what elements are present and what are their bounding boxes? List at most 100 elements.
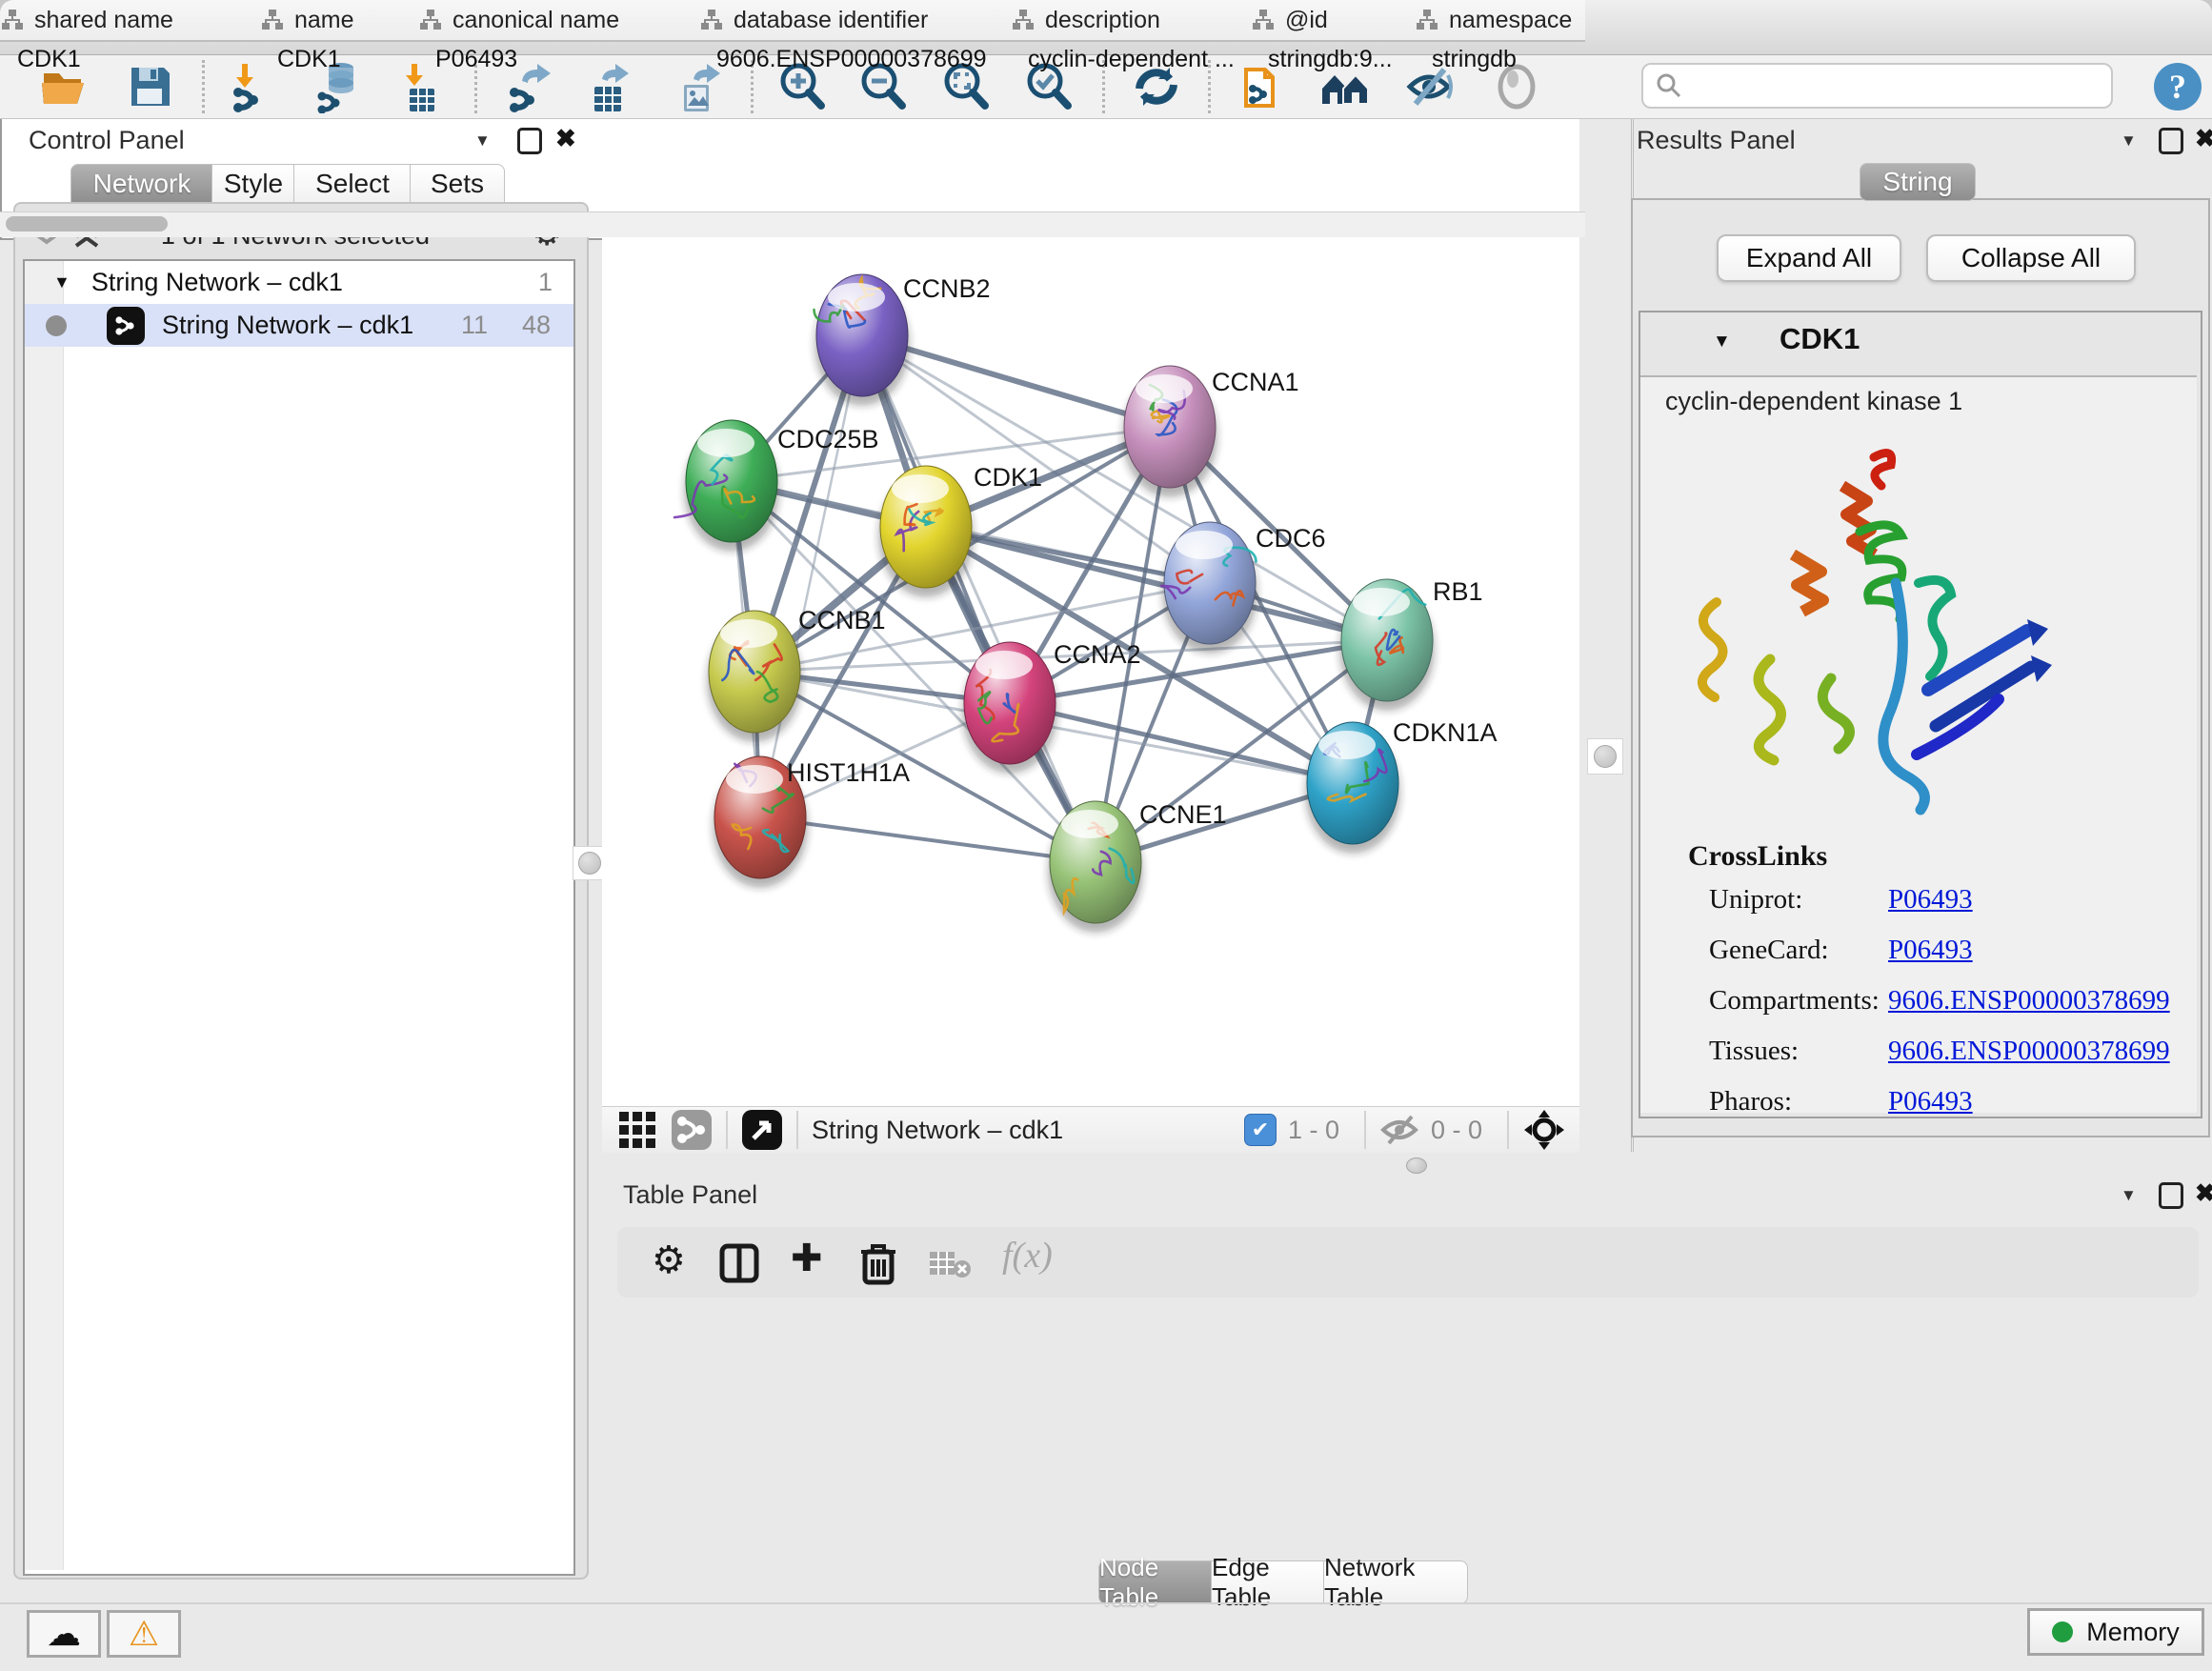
tab-network-table[interactable]: Network Table	[1323, 1560, 1468, 1604]
open-in-new-window-icon[interactable]	[741, 1109, 783, 1151]
crosslink-label: Uniprot:	[1709, 884, 1802, 915]
network-collection-row[interactable]: ▼ String Network – cdk1 1	[25, 261, 573, 304]
network-node-ccnb1[interactable]: CCNB1	[707, 606, 886, 742]
hidden-eye-icon[interactable]	[1379, 1113, 1419, 1147]
node-label: CDC25B	[777, 425, 879, 453]
close-panel-button[interactable]: ✖	[2195, 1178, 2212, 1208]
birds-eye-view-icon[interactable]	[617, 1110, 657, 1150]
cloud-status-button[interactable]: ☁	[27, 1610, 101, 1658]
column-header: canonical name	[418, 0, 701, 42]
float-panel-button[interactable]	[517, 128, 542, 154]
string-badge-icon[interactable]	[671, 1109, 713, 1151]
results-panel-title: Results Panel	[1637, 126, 1796, 155]
network-node-ccna1[interactable]: CCNA1	[1122, 366, 1299, 497]
scrollbar-thumb[interactable]	[6, 216, 168, 232]
table-cell[interactable]: CDK1	[0, 40, 260, 78]
splitter-handle[interactable]	[1594, 745, 1617, 768]
selected-node-edge-counts: 1 - 0	[1288, 1116, 1339, 1145]
network-node-cdc6[interactable]: CDC6	[1160, 522, 1325, 654]
network-node-cdc25b[interactable]: CDC25B	[674, 420, 879, 552]
column-header: shared name	[0, 0, 262, 42]
tab-sets[interactable]: Sets	[410, 164, 505, 204]
tab-select[interactable]: Select	[293, 164, 412, 204]
column-type-icon	[1251, 8, 1276, 32]
crosslink-link[interactable]: P06493	[1888, 1086, 1973, 1117]
help-icon: ?	[2151, 60, 2204, 113]
close-panel-button[interactable]: ✖	[2195, 124, 2212, 153]
table-cell[interactable]: stringdb:9...	[1251, 40, 1415, 78]
tab-node-table[interactable]: Node Table	[1098, 1560, 1213, 1604]
horizontal-scrollbar[interactable]	[0, 211, 1585, 237]
crosslink-link[interactable]: 9606.ENSP00000378699	[1888, 985, 2170, 1017]
tab-string[interactable]: String	[1860, 163, 1976, 201]
network-view-title: String Network – cdk1	[812, 1116, 1063, 1145]
node-label: CCNA2	[1054, 640, 1141, 669]
crosslink-link[interactable]: P06493	[1888, 935, 1973, 966]
clear-table-icon-disabled	[928, 1248, 972, 1280]
search-input[interactable]	[1641, 63, 2113, 109]
table-cell[interactable]: stringdb	[1415, 40, 1585, 78]
network-node-hist1h1a[interactable]: HIST1H1A	[713, 756, 910, 888]
fit-content-crosshair-icon[interactable]	[1522, 1108, 1566, 1152]
horizontal-splitter-handle[interactable]	[1406, 1158, 1427, 1174]
expand-all-button[interactable]: Expand All	[1717, 234, 1901, 282]
column-header: name	[260, 0, 420, 42]
protein-structure-image	[1679, 440, 2060, 821]
crosslink-link[interactable]: 9606.ENSP00000378699	[1888, 1036, 2170, 1067]
warnings-button[interactable]: ⚠	[107, 1610, 181, 1658]
column-header: namespace	[1415, 0, 1585, 42]
delete-column-trash-icon[interactable]	[857, 1240, 899, 1286]
collection-name: String Network – cdk1	[91, 268, 343, 297]
network-view-canvas[interactable]: CCNB2 CCNA1 CDC25B CDK1 CDC6RB1 CCNB1 CCNA2 CDK…	[602, 119, 1579, 1106]
create-column-plus-icon[interactable]: ✚	[791, 1237, 823, 1280]
panel-menu-icon[interactable]: ▼	[474, 131, 491, 151]
table-cell[interactable]: cyclin-dependent ...	[1011, 40, 1251, 78]
float-panel-button[interactable]	[2159, 128, 2183, 154]
network-node-cdkn1a[interactable]: CDKN1A	[1305, 718, 1498, 854]
collapse-all-button[interactable]: Collapse All	[1926, 234, 2136, 282]
selected-checkbox-icon[interactable]: ✔	[1244, 1114, 1277, 1146]
float-panel-button[interactable]	[2159, 1182, 2183, 1209]
close-panel-button[interactable]: ✖	[555, 124, 576, 153]
svg-text:?: ?	[2169, 68, 2186, 106]
collection-count: 1	[538, 268, 553, 297]
network-node-rb1[interactable]: RB1	[1339, 577, 1483, 711]
control-panel: Control Panel ▼ ✖ Network Style Select S…	[0, 118, 598, 1581]
panel-menu-icon[interactable]: ▼	[2121, 1186, 2137, 1205]
table-options-gear-icon[interactable]: ⚙	[652, 1238, 686, 1282]
panel-menu-icon[interactable]: ▼	[2121, 131, 2137, 151]
section-disclosure-icon[interactable]: ▼	[1713, 332, 1731, 352]
column-header: @id	[1251, 0, 1417, 42]
separator	[796, 1111, 798, 1149]
network-node-cdk1[interactable]: CDK1	[878, 463, 1042, 597]
memory-status-button[interactable]: Memory	[2027, 1608, 2204, 1656]
help-button[interactable]: ?	[2151, 60, 2204, 113]
tab-edge-table[interactable]: Edge Table	[1211, 1560, 1325, 1604]
tab-network[interactable]: Network	[70, 164, 213, 204]
network-graph[interactable]: CCNB2 CCNA1 CDC25B CDK1 CDC6RB1 CCNB1 CCNA2 CDK…	[602, 119, 1579, 1106]
network-node-ccne1[interactable]: CCNE1	[1048, 800, 1227, 933]
crosslink-label: Tissues:	[1709, 1036, 1799, 1066]
table-cell[interactable]: CDK1	[260, 40, 418, 78]
gene-section: ▼ CDK1 cyclin-dependent kinase 1	[1639, 311, 2202, 1118]
table-toolbar: ⚙ ✚ f(x)	[617, 1227, 2199, 1298]
disclosure-triangle-icon[interactable]: ▼	[53, 272, 70, 292]
table-cell[interactable]: 9606.ENSP00000378699	[699, 40, 1011, 78]
column-type-icon	[418, 8, 443, 32]
network-node-ccnb2[interactable]: CCNB2	[814, 274, 990, 406]
column-type-icon	[1415, 8, 1439, 32]
crosslink-label: GeneCard:	[1709, 935, 1829, 965]
column-type-icon	[699, 8, 724, 32]
network-row-selected[interactable]: String Network – cdk1 11 48	[25, 304, 573, 347]
warning-icon: ⚠	[129, 1614, 159, 1654]
splitter-handle[interactable]	[578, 852, 601, 875]
crosslinks-title: CrossLinks	[1688, 840, 1827, 873]
tab-style[interactable]: Style	[211, 164, 295, 204]
crosslink-label: Compartments:	[1709, 985, 1880, 1016]
column-type-icon	[260, 8, 285, 32]
show-columns-icon[interactable]	[718, 1242, 760, 1284]
crosslink-link[interactable]: P06493	[1888, 884, 1973, 916]
node-label: CCNB2	[903, 274, 991, 303]
table-cell[interactable]: P06493	[418, 40, 699, 78]
node-label: CDKN1A	[1393, 718, 1498, 747]
